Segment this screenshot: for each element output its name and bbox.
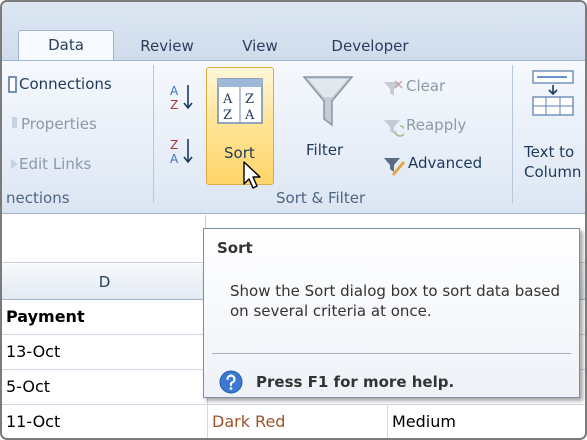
text-to-columns-label-line1: Text to xyxy=(524,143,575,161)
tab-view[interactable]: View xyxy=(230,32,290,60)
cell-e-row4[interactable]: Dark Red xyxy=(208,405,388,438)
advanced-button[interactable]: Advanced xyxy=(408,154,482,172)
connections-button[interactable]: Connections xyxy=(19,75,112,93)
column-header-d[interactable]: D xyxy=(2,264,208,300)
cell-d-payment[interactable]: Payment xyxy=(2,300,208,335)
sort-az-top-letter: A xyxy=(170,84,179,98)
sort-a-to-z-button[interactable]: A Z xyxy=(167,81,197,115)
sort-icon-letter-z-right: Z xyxy=(245,92,254,107)
clear-filter-icon xyxy=(384,80,403,96)
mouse-pointer-icon xyxy=(243,161,261,189)
sort-za-bottom-letter: A xyxy=(170,152,179,166)
sort-z-to-a-button[interactable]: Z A xyxy=(167,135,197,169)
connections-group-label: nections xyxy=(6,189,70,207)
sort-filter-group-label: Sort & Filter xyxy=(276,189,366,207)
sort-icon-letter-z-left: Z xyxy=(223,108,232,123)
sort-icon-letter-a-right: A xyxy=(244,108,255,123)
sort-za-top-letter: Z xyxy=(170,138,178,152)
ribbon-tab-strip: Data Review View Developer xyxy=(2,2,585,61)
properties-icon xyxy=(12,117,17,128)
excel-window: Data Review View Developer Connections P… xyxy=(0,0,587,440)
filter-label: Filter xyxy=(306,141,344,159)
group-separator xyxy=(153,65,154,203)
edit-links-button[interactable]: Edit Links xyxy=(19,155,91,173)
cell-f-row4[interactable]: Medium xyxy=(388,405,585,438)
connections-icon xyxy=(8,76,17,93)
sort-descending-icon: Z A xyxy=(170,138,193,166)
tooltip-divider xyxy=(212,353,571,354)
cell-d-row4[interactable]: 11-Oct xyxy=(2,405,208,438)
tab-developer[interactable]: Developer xyxy=(315,32,425,60)
tab-data[interactable]: Data xyxy=(18,30,114,61)
sort-icon-letter-a-left: A xyxy=(222,92,233,107)
advanced-filter-icon xyxy=(384,158,405,176)
cell-d-row2[interactable]: 13-Oct xyxy=(2,335,208,370)
reapply-button[interactable]: Reapply xyxy=(406,116,466,134)
filter-button[interactable]: Filter xyxy=(298,71,358,181)
properties-button[interactable]: Properties xyxy=(21,115,97,133)
filter-funnel-icon xyxy=(302,76,354,127)
clear-button[interactable]: Clear xyxy=(406,77,445,95)
reapply-icon xyxy=(384,120,404,137)
text-to-columns-icon xyxy=(532,70,574,116)
tab-review[interactable]: Review xyxy=(127,32,207,60)
sort-az-bottom-letter: Z xyxy=(170,98,178,112)
tooltip-description: Show the Sort dialog box to sort data ba… xyxy=(230,282,561,320)
tooltip-title: Sort xyxy=(217,239,253,257)
sort-dialog-icon: A Z Z A xyxy=(217,78,263,124)
ribbon: Connections Properties Edit Links nectio… xyxy=(2,60,585,214)
sort-tooltip: Sort Show the Sort dialog box to sort da… xyxy=(203,228,580,398)
text-to-columns-button[interactable]: Text to Column xyxy=(520,67,585,187)
group-separator xyxy=(512,65,513,203)
cell-d-row3[interactable]: 5-Oct xyxy=(2,370,208,405)
sort-ascending-icon: A Z xyxy=(170,84,193,112)
text-to-columns-label-line2: Column xyxy=(524,163,582,181)
help-icon xyxy=(219,370,243,394)
tooltip-help-text: Press F1 for more help. xyxy=(256,373,455,391)
